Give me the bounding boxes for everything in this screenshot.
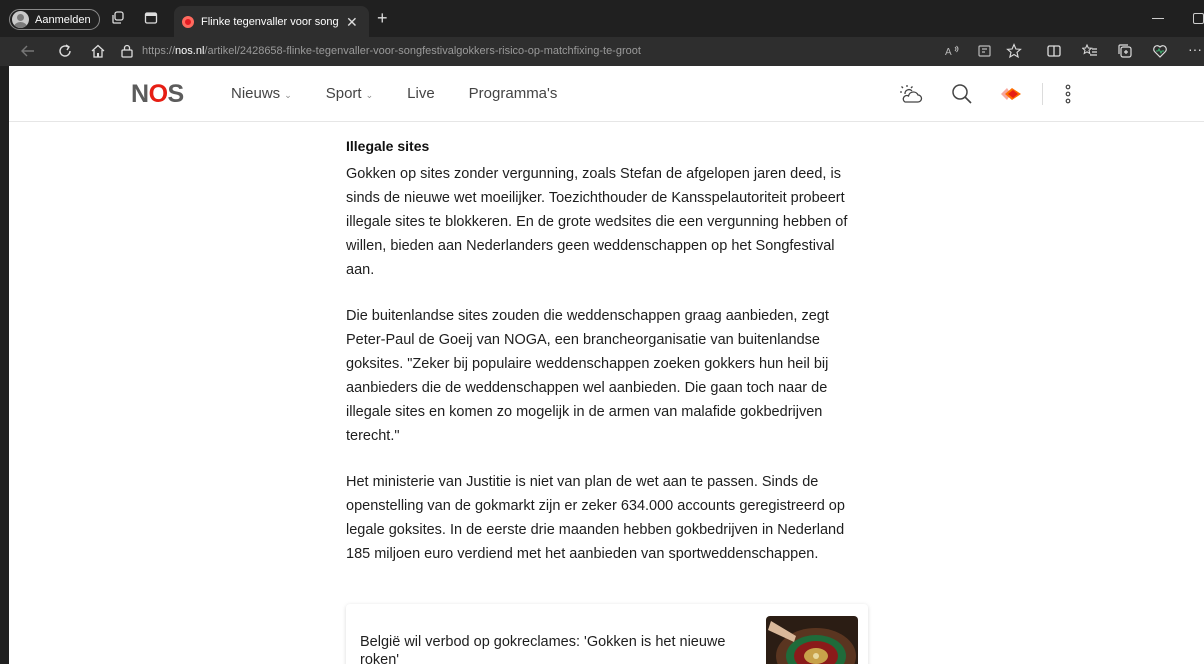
npo-start-icon[interactable]	[997, 80, 1025, 108]
nav-label: Sport	[325, 85, 362, 102]
site-header: NOS Nieuws ⌄ Sport ⌄ Live Programma's	[9, 66, 1204, 122]
tab-actions-icon[interactable]	[144, 11, 158, 25]
refresh-icon[interactable]	[57, 43, 73, 59]
immersive-reader-icon[interactable]	[977, 43, 993, 59]
split-screen-icon[interactable]	[1046, 43, 1062, 59]
tab-strip: Aanmelden Flinke tegenvaller voor songfe…	[0, 0, 1204, 37]
read-aloud-icon[interactable]: A	[944, 43, 960, 59]
nav-label: Nieuws	[231, 85, 281, 102]
minimize-icon[interactable]	[1152, 18, 1164, 19]
favorites-icon[interactable]	[1082, 43, 1098, 59]
site-info-icon[interactable]	[120, 44, 134, 58]
tab-title: Flinke tegenvaller voor songfesti	[201, 15, 339, 28]
home-icon[interactable]	[90, 43, 106, 59]
nav-item-sport[interactable]: Sport ⌄	[326, 85, 373, 102]
roulette-thumbnail	[766, 616, 858, 664]
url-host: nos.nl	[175, 45, 205, 57]
url-prefix: https://	[142, 45, 176, 57]
favorite-star-icon[interactable]	[1006, 43, 1022, 59]
address-bar[interactable]: https://nos.nl/artikel/2428658-flinke-te…	[120, 39, 1020, 63]
header-divider	[1042, 83, 1043, 105]
nav-label: Live	[407, 85, 435, 102]
nos-favicon-icon	[182, 15, 194, 28]
more-icon[interactable]: ···	[1188, 41, 1204, 57]
main-nav: Nieuws ⌄ Sport ⌄ Live Programma's	[231, 85, 591, 102]
more-vertical-icon[interactable]	[1054, 80, 1082, 108]
related-article-card[interactable]: België wil verbod op gokreclames: 'Gokke…	[346, 604, 868, 664]
svg-text:A: A	[945, 47, 952, 58]
profile-label: Aanmelden	[35, 13, 91, 26]
address-toolbar: https://nos.nl/artikel/2428658-flinke-te…	[0, 37, 1204, 66]
logo-letter-s: S	[167, 80, 185, 108]
browser-essentials-icon[interactable]	[1152, 43, 1168, 59]
chevron-down-icon: ⌄	[284, 89, 292, 100]
active-tab[interactable]: Flinke tegenvaller voor songfesti ✕	[174, 6, 369, 37]
nav-label: Programma's	[468, 85, 558, 102]
logo-letter-n: N	[131, 80, 149, 108]
web-page: NOS Nieuws ⌄ Sport ⌄ Live Programma's Il…	[9, 66, 1204, 664]
url-path: /artikel/2428658-flinke-tegenvaller-voor…	[204, 45, 641, 57]
url-text: https://nos.nl/artikel/2428658-flinke-te…	[142, 45, 641, 57]
search-icon[interactable]	[948, 80, 976, 108]
chevron-down-icon: ⌄	[365, 89, 374, 100]
article-body: Illegale sites Gokken op sites zonder ve…	[346, 136, 866, 588]
related-article-title: België wil verbod op gokreclames: 'Gokke…	[360, 634, 726, 664]
workspaces-icon[interactable]	[111, 11, 125, 25]
nav-item-programmas[interactable]: Programma's	[469, 85, 558, 102]
window-edge	[0, 66, 9, 664]
browser-window: Aanmelden Flinke tegenvaller voor songfe…	[0, 0, 1204, 664]
logo-letter-o: O	[148, 80, 168, 108]
article-paragraph: Gokken op sites zonder vergunning, zoals…	[346, 166, 848, 278]
maximize-icon[interactable]	[1193, 13, 1204, 24]
weather-icon[interactable]	[896, 80, 924, 108]
article-paragraph: Het ministerie van Justitie is niet van …	[346, 474, 845, 562]
nav-item-live[interactable]: Live	[407, 85, 435, 102]
profile-icon	[12, 11, 29, 28]
nav-item-nieuws[interactable]: Nieuws ⌄	[231, 85, 292, 102]
profile-button[interactable]: Aanmelden	[9, 9, 100, 30]
article-paragraph: Die buitenlandse sites zouden die wedden…	[346, 308, 829, 444]
close-tab-icon[interactable]: ✕	[346, 15, 358, 29]
section-heading: Illegale sites	[346, 138, 430, 154]
nos-logo[interactable]: NOS	[131, 82, 184, 107]
back-icon[interactable]	[20, 43, 36, 59]
new-tab-icon[interactable]: +	[377, 9, 388, 27]
collections-icon[interactable]	[1117, 43, 1133, 59]
